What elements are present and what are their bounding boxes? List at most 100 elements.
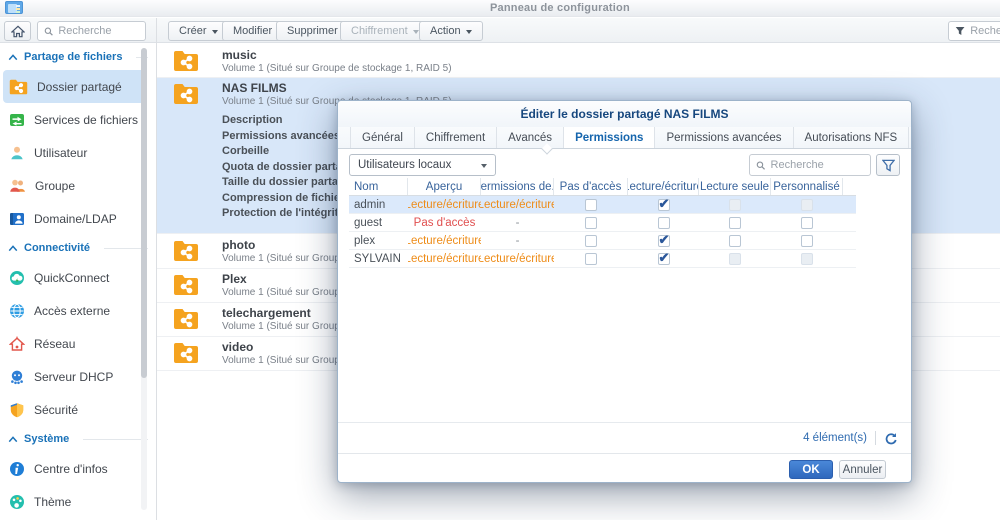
user-scope-dropdown[interactable]: Utilisateurs locaux — [349, 154, 496, 176]
read-only-checkbox[interactable] — [729, 217, 741, 229]
sidebar-item-reseau[interactable]: Réseau — [0, 327, 150, 360]
shared-folder-icon — [173, 274, 199, 301]
create-button[interactable]: Créer — [168, 21, 229, 41]
column-header-apercu[interactable]: Aperçu — [408, 178, 481, 195]
custom-checkbox[interactable] — [801, 235, 813, 247]
tab-label: Permissions — [575, 132, 643, 144]
sidebar-item-label: Serveur DHCP — [34, 370, 113, 384]
tab-label: Autorisations NFS — [805, 132, 898, 144]
list-filter-search[interactable] — [948, 21, 1000, 41]
delete-button[interactable]: Supprimer — [276, 21, 349, 41]
tab-avances[interactable]: Avancés — [497, 127, 564, 148]
list-filter-input[interactable] — [970, 25, 1000, 37]
tab-label: Général — [362, 132, 403, 144]
user-name: admin — [349, 199, 408, 211]
table-row-sylvain[interactable]: SYLVAIN Lecture/écriture Lecture/écritur… — [349, 250, 856, 268]
preview-permission: Lecture/écriture — [408, 253, 481, 265]
modify-button[interactable]: Modifier — [222, 21, 283, 41]
cancel-button[interactable]: Annuler — [839, 460, 886, 479]
control-panel-window-icon[interactable] — [5, 1, 23, 14]
column-header-lecture-seule[interactable]: Lecture seule — [699, 178, 771, 195]
section-connectivite[interactable]: Connectivité — [0, 235, 150, 261]
home-button[interactable] — [4, 21, 31, 41]
permissions-table: Nom Aperçu Permissions de... Pas d'accès… — [349, 178, 856, 268]
section-systeme[interactable]: Système — [0, 426, 150, 452]
sidebar-item-services-de-fichiers[interactable]: Services de fichiers — [0, 103, 150, 136]
tab-general[interactable]: Général — [350, 127, 415, 148]
ok-button[interactable]: OK — [789, 460, 833, 479]
table-row-plex[interactable]: plex Lecture/écriture - — [349, 232, 856, 250]
user-name: SYLVAIN — [349, 253, 408, 265]
section-partage-de-fichiers[interactable]: Partage de fichiers — [0, 44, 150, 70]
column-header-pas-d-acces[interactable]: Pas d'accès — [554, 178, 628, 195]
edit-shared-folder-dialog: Éditer le dossier partagé NAS FILMS Géné… — [337, 100, 912, 483]
sidebar-item-serveur-dhcp[interactable]: Serveur DHCP — [0, 360, 150, 393]
sidebar-item-label: Services de fichiers — [34, 113, 138, 127]
column-header-lecture-ecriture[interactable]: Lecture/écriture — [628, 178, 699, 195]
info-center-icon — [9, 461, 25, 477]
action-button[interactable]: Action — [419, 21, 483, 41]
read-write-checkbox[interactable] — [658, 235, 670, 247]
tab-chiffrement[interactable]: Chiffrement — [415, 127, 497, 148]
read-write-checkbox[interactable] — [658, 199, 670, 211]
read-only-checkbox[interactable] — [729, 235, 741, 247]
folder-name: photo — [222, 238, 255, 252]
sidebar-item-dossier-partage[interactable]: Dossier partagé — [3, 70, 147, 103]
sidebar-item-quickconnect[interactable]: QuickConnect — [0, 261, 150, 294]
encryption-button: Chiffrement — [340, 21, 430, 41]
permissions-filter-button[interactable] — [876, 154, 900, 176]
encryption-button-label: Chiffrement — [351, 25, 408, 37]
search-icon — [756, 160, 766, 171]
tab-permissions-avancees[interactable]: Permissions avancées — [655, 127, 793, 148]
sidebar-scrollbar-thumb[interactable] — [141, 48, 147, 378]
folder-row-music[interactable]: music Volume 1 (Situé sur Groupe de stoc… — [157, 45, 1000, 78]
footer-divider-line — [338, 453, 911, 454]
sidebar-item-label: Sécurité — [34, 403, 78, 417]
folder-name: video — [222, 340, 253, 354]
sidebar-item-domaine-ldap[interactable]: Domaine/LDAP — [0, 202, 150, 235]
permissions-search[interactable] — [749, 154, 871, 176]
no-access-checkbox[interactable] — [585, 217, 597, 229]
shared-folder-icon — [173, 83, 199, 110]
read-only-checkbox — [729, 253, 741, 265]
table-row-guest[interactable]: guest Pas d'accès - — [349, 214, 856, 232]
sidebar-item-utilisateur[interactable]: Utilisateur — [0, 136, 150, 169]
sidebar-item-label: QuickConnect — [34, 271, 109, 285]
no-access-checkbox[interactable] — [585, 235, 597, 247]
sidebar-search-input[interactable] — [58, 25, 139, 37]
column-header-personnalise[interactable]: Personnalisé — [771, 178, 843, 195]
no-access-checkbox[interactable] — [585, 253, 597, 265]
read-write-checkbox[interactable] — [658, 217, 670, 229]
read-write-checkbox[interactable] — [658, 253, 670, 265]
shared-folder-icon — [173, 308, 199, 335]
permissions-search-input[interactable] — [771, 159, 864, 171]
folder-detail-label: Corbeille — [222, 145, 269, 157]
folder-name: telechargement — [222, 306, 311, 320]
sidebar-item-acces-externe[interactable]: Accès externe — [0, 294, 150, 327]
group-permission: - — [481, 217, 554, 229]
custom-checkbox — [801, 199, 813, 211]
tab-permissions[interactable]: Permissions — [564, 127, 655, 148]
no-access-checkbox[interactable] — [585, 199, 597, 211]
sidebar-search[interactable] — [37, 21, 146, 41]
sidebar-item-securite[interactable]: Sécurité — [0, 393, 150, 426]
stats-bar: 4 élément(s) — [803, 426, 897, 450]
column-header-permissions-de-groupe[interactable]: Permissions de... — [481, 178, 554, 195]
table-row-admin[interactable]: admin Lecture/écriture Lecture/écriture — [349, 196, 856, 214]
tab-autorisations-nfs[interactable]: Autorisations NFS — [794, 127, 910, 148]
sidebar-item-centre-d-infos[interactable]: Centre d'infos — [0, 452, 150, 485]
modify-button-label: Modifier — [233, 25, 272, 37]
shared-folder-icon — [173, 50, 199, 77]
sidebar-item-label: Utilisateur — [34, 146, 87, 160]
user-icon — [9, 145, 25, 161]
theme-icon — [9, 494, 25, 510]
sidebar-item-theme[interactable]: Thème — [0, 485, 150, 518]
security-icon — [9, 402, 25, 418]
chevron-down-icon — [481, 164, 487, 168]
toolbar-strip — [0, 18, 1000, 43]
custom-checkbox[interactable] — [801, 217, 813, 229]
sidebar-item-groupe[interactable]: Groupe — [0, 169, 150, 202]
refresh-button[interactable] — [884, 432, 897, 445]
tab-label: Permissions avancées — [666, 132, 781, 144]
column-header-nom[interactable]: Nom — [349, 178, 408, 195]
